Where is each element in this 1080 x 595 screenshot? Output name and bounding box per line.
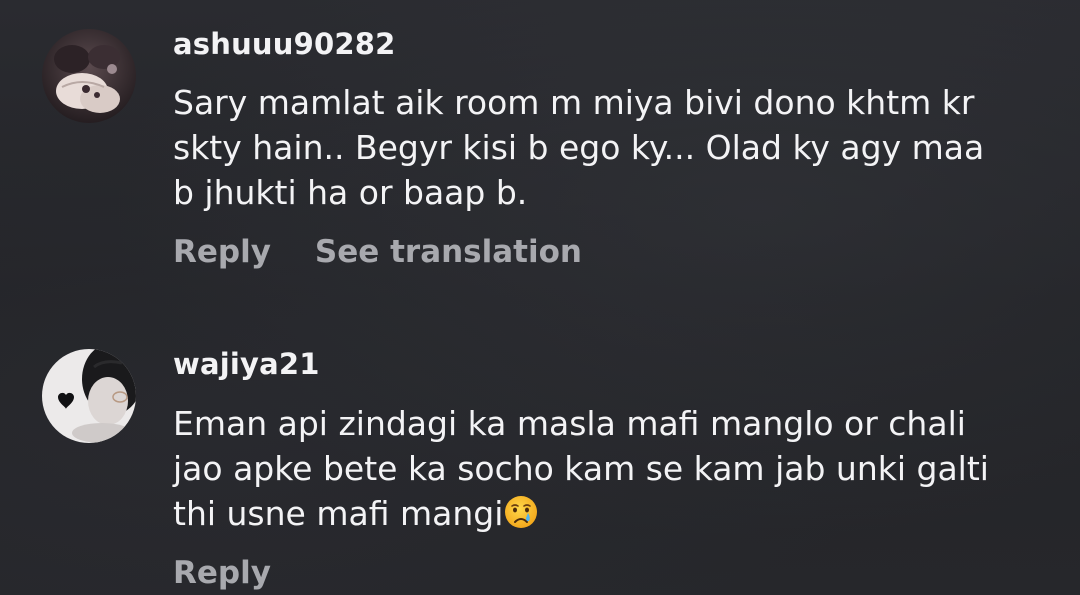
comment-actions: Reply See translation xyxy=(173,233,582,271)
user-avatar-hands-icon xyxy=(42,29,136,123)
comment-item: ashuuu90282 Sary mamlat aik room m miya … xyxy=(0,0,1080,300)
comment-text: Sary mamlat aik room m miya bivi dono kh… xyxy=(173,83,985,212)
reply-button[interactable]: Reply xyxy=(173,233,271,271)
user-avatar[interactable] xyxy=(42,29,136,123)
user-avatar[interactable] xyxy=(42,349,136,443)
crying-face-icon xyxy=(504,495,538,529)
comment-username[interactable]: ashuuu90282 xyxy=(173,26,396,62)
reply-button[interactable]: Reply xyxy=(173,554,271,592)
comment-username[interactable]: wajiya21 xyxy=(173,346,320,382)
see-translation-button[interactable]: See translation xyxy=(315,233,582,271)
user-avatar-girl-icon xyxy=(42,349,136,443)
comment-item: wajiya21 Eman api zindagi ka masla mafi … xyxy=(0,300,1080,595)
comment-text: Eman api zindagi ka masla mafi manglo or… xyxy=(173,401,1068,536)
comment-text-body: Eman api zindagi ka masla mafi manglo or… xyxy=(173,404,989,533)
comment-actions: Reply xyxy=(173,554,271,592)
